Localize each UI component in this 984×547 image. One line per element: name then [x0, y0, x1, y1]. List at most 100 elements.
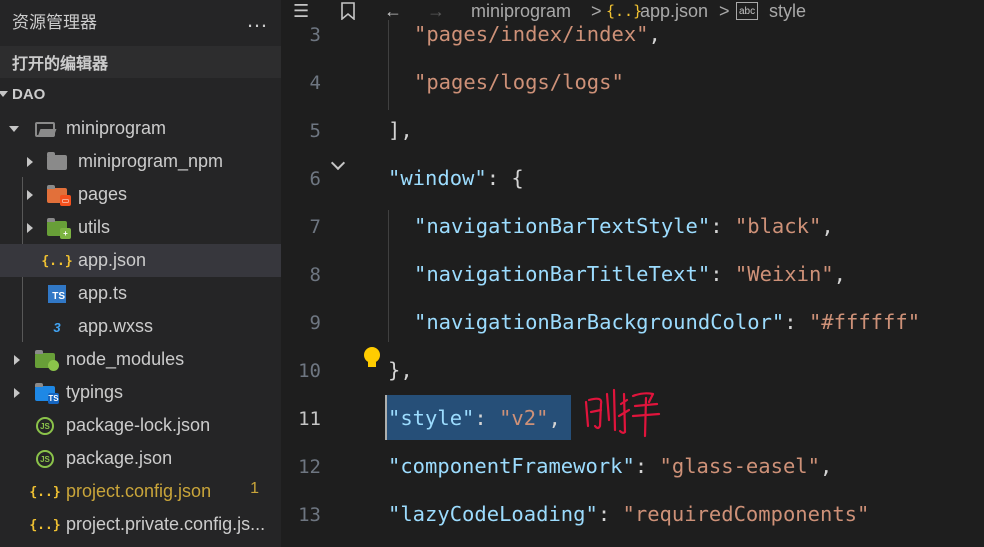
json-string: "v2" — [499, 406, 549, 430]
chevron-down-icon — [9, 126, 19, 132]
json-key: "style" — [388, 406, 475, 430]
chevron-right-icon — [27, 223, 33, 233]
code-text: "navigationBarTitleText": "Weixin", — [414, 262, 846, 286]
tree-item-app-json[interactable]: {..} app.json — [0, 244, 281, 277]
line-number: 9 — [309, 312, 321, 334]
code-line[interactable]: 4 "pages/logs/logs" — [281, 60, 984, 108]
explorer-title: 资源管理器 — [12, 12, 97, 32]
code-text: "pages/logs/logs" — [414, 70, 624, 94]
json-string: "Weixin" — [734, 262, 834, 286]
code-line[interactable]: 6 "window": { — [281, 156, 984, 204]
tree-item-app-ts[interactable]: TS app.ts — [0, 277, 281, 310]
code-line[interactable]: 12 "componentFramework": "glass-easel", — [281, 444, 984, 492]
tree-item-package-lock-json[interactable]: JS package-lock.json — [0, 409, 281, 442]
folder-utils-icon: + — [46, 217, 71, 239]
tree-item-miniprogram-npm[interactable]: miniprogram_npm — [0, 145, 281, 178]
folder-node-icon — [34, 349, 59, 371]
explorer-sidebar: 资源管理器 … 打开的编辑器 DAO miniprogram miniprogr… — [0, 0, 281, 547]
folder-icon — [46, 151, 68, 173]
more-actions-icon[interactable]: … — [246, 9, 269, 31]
json-key: "navigationBarTitleText" — [414, 262, 711, 286]
tree-item-pages[interactable]: ▭ pages — [0, 178, 281, 211]
tree-item-label: miniprogram_npm — [78, 151, 224, 171]
json-icon: {..} — [41, 253, 73, 269]
folder-open-icon — [34, 118, 56, 140]
code-text: "navigationBarBackgroundColor": "#ffffff… — [414, 310, 920, 334]
code-line[interactable]: 3 "pages/index/index", — [281, 12, 984, 60]
json-punctuation: : { — [486, 166, 524, 190]
json-key: "navigationBarTextStyle" — [414, 214, 711, 238]
json-punctuation: , — [819, 454, 833, 478]
tree-item-project-private-config[interactable]: {..} project.private.config.js... — [0, 508, 281, 541]
workspace-root-label: DAO — [12, 86, 46, 103]
json-string: "pages/logs/logs" — [414, 70, 624, 94]
line-number: 5 — [309, 120, 321, 142]
json-string: "glass-easel" — [659, 454, 820, 478]
code-text: "navigationBarTextStyle": "black", — [414, 214, 834, 238]
tree-item-label: app.json — [78, 250, 147, 270]
tree-item-label: miniprogram — [66, 118, 167, 138]
json-punctuation: : — [710, 262, 735, 286]
code-line[interactable]: 8 "navigationBarTitleText": "Weixin", — [281, 252, 984, 300]
json-punctuation: : — [784, 310, 809, 334]
json-string: "requiredComponents" — [622, 502, 870, 526]
chevron-right-icon — [14, 355, 20, 365]
workspace-root[interactable]: DAO — [0, 78, 281, 111]
code-line[interactable]: 5], — [281, 108, 984, 156]
line-number: 12 — [298, 456, 321, 478]
line-number: 7 — [309, 216, 321, 238]
nodejs-icon: JS — [34, 448, 56, 470]
code-text: "componentFramework": "glass-easel", — [388, 454, 832, 478]
tree-item-label: package-lock.json — [66, 415, 211, 435]
line-number: 8 — [309, 264, 321, 286]
json-string: "#ffffff" — [808, 310, 921, 334]
json-string: "black" — [734, 214, 822, 238]
chevron-down-icon — [0, 91, 8, 97]
tree-item-project-config-json[interactable]: {..} project.config.json 1 — [0, 475, 281, 508]
code-line[interactable]: 13 "lazyCodeLoading": "requiredComponents… — [281, 492, 984, 540]
json-punctuation: : — [474, 406, 500, 430]
json-key: "componentFramework" — [388, 454, 635, 478]
line-number: 11 — [298, 408, 321, 430]
code-text: "pages/index/index", — [414, 22, 661, 46]
tree-item-node-modules[interactable]: node_modules — [0, 343, 281, 376]
code-line[interactable]: 7 "navigationBarTextStyle": "black", — [281, 204, 984, 252]
tree-item-label: node_modules — [66, 349, 185, 369]
tree-item-label: utils — [78, 217, 111, 237]
json-punctuation: , — [833, 262, 846, 286]
json-punctuation: ], — [388, 118, 413, 142]
json-key: "navigationBarBackgroundColor" — [414, 310, 785, 334]
code-text: }, — [388, 358, 413, 382]
chevron-right-icon — [14, 388, 20, 398]
line-number: 13 — [298, 504, 321, 526]
typescript-icon: TS — [46, 283, 68, 305]
json-punctuation: : — [710, 214, 735, 238]
chevron-right-icon — [27, 157, 33, 167]
chevron-right-icon — [27, 190, 33, 200]
json-icon: {..} — [29, 484, 61, 500]
tree-item-miniprogram[interactable]: miniprogram — [0, 112, 281, 145]
json-key: "lazyCodeLoading" — [388, 502, 598, 526]
line-number: 6 — [309, 168, 321, 190]
folder-ts-icon: TS — [34, 382, 59, 404]
tree-item-label: typings — [66, 382, 124, 402]
json-punctuation: , — [548, 406, 561, 430]
tree-item-app-wxss[interactable]: 3 app.wxss — [0, 310, 281, 343]
tree-item-label: project.config.json — [66, 481, 212, 501]
tree-item-package-json[interactable]: JS package.json — [0, 442, 281, 475]
line-number: 3 — [309, 24, 321, 46]
tree-item-utils[interactable]: + utils — [0, 211, 281, 244]
json-punctuation: : — [634, 454, 660, 478]
open-editors-section[interactable]: 打开的编辑器 — [0, 46, 281, 78]
tree-item-typings[interactable]: TS typings — [0, 376, 281, 409]
code-line[interactable]: 9 "navigationBarBackgroundColor": "#fffff… — [281, 300, 984, 348]
json-punctuation: : — [597, 502, 623, 526]
code-text: ], — [388, 118, 413, 142]
line-number: 4 — [309, 72, 321, 94]
line-number: 10 — [298, 360, 321, 382]
tree-item-label: package.json — [66, 448, 173, 468]
code-editor[interactable]: ☰ ← → miniprogram > {..} app.json > abc … — [281, 0, 984, 547]
handwritten-annotation — [583, 386, 663, 438]
json-key: "window" — [388, 166, 487, 190]
json-icon: {..} — [29, 517, 61, 533]
